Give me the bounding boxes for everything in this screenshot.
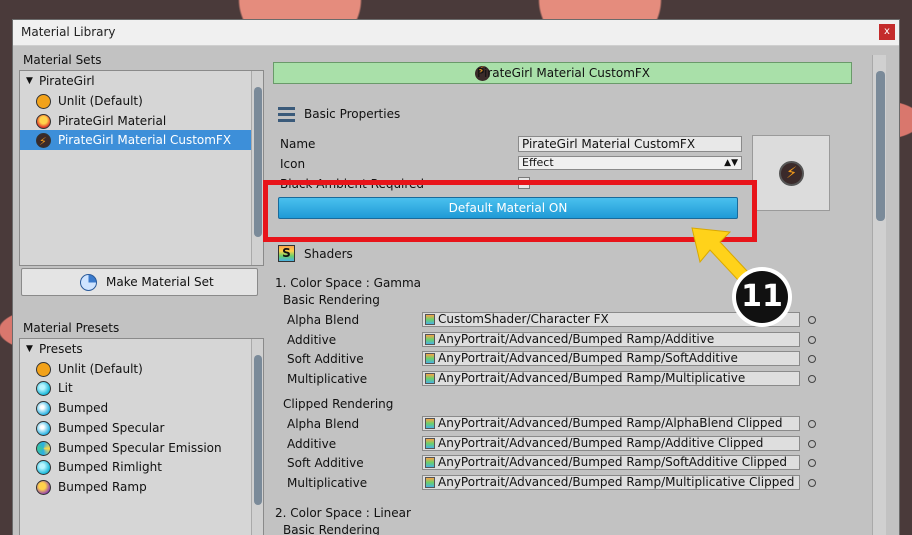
shader-field[interactable]: AnyPortrait/Advanced/Bumped Ramp/Multipl… — [422, 371, 800, 386]
material-header-bar: PirateGirl Material CustomFX — [273, 62, 852, 84]
material-sets-list: ▼ PirateGirl Unlit (Default) PirateGirl … — [19, 70, 264, 266]
basic-rendering-heading: Basic Rendering — [283, 293, 380, 307]
pirategirl-material-icon — [36, 114, 51, 129]
unlit-preset-icon — [36, 362, 51, 377]
object-picker-icon[interactable] — [808, 440, 816, 448]
shader-file-icon — [425, 373, 435, 384]
list-item[interactable]: Bumped Specular Emission — [20, 438, 251, 458]
material-sets-label: Material Sets — [23, 53, 102, 67]
shader-label: Additive — [287, 437, 337, 451]
list-item[interactable]: Unlit (Default) — [20, 91, 251, 111]
sets-scrollbar-thumb[interactable] — [254, 87, 262, 237]
color-space-linear-heading: 2. Color Space : Linear — [275, 506, 411, 520]
material-icon-preview — [752, 135, 830, 211]
dropdown-arrow-icon: ▲▼ — [724, 158, 738, 168]
window-title: Material Library — [21, 25, 116, 39]
name-field[interactable]: PirateGirl Material CustomFX — [518, 136, 742, 152]
list-item-group[interactable]: ▼ Presets — [20, 339, 251, 359]
color-space-gamma-heading: 1. Color Space : Gamma — [275, 276, 422, 290]
close-button[interactable]: x — [879, 24, 895, 40]
shader-label: Additive — [287, 333, 337, 347]
sets-scrollbar[interactable] — [251, 71, 263, 265]
list-item[interactable]: Bumped Specular — [20, 418, 251, 438]
shader-label: Soft Additive — [287, 456, 364, 470]
list-item[interactable]: PirateGirl Material — [20, 111, 251, 131]
material-presets-label: Material Presets — [23, 321, 120, 335]
shader-field[interactable]: AnyPortrait/Advanced/Bumped Ramp/SoftAdd… — [422, 455, 800, 470]
list-item[interactable]: Lit — [20, 378, 251, 398]
customfx-preview-icon — [779, 161, 804, 186]
shader-file-icon — [425, 457, 435, 468]
material-set-icon — [80, 274, 97, 291]
shader-field[interactable]: AnyPortrait/Advanced/Bumped Ramp/Additiv… — [422, 332, 800, 347]
basic-rendering-heading-2: Basic Rendering — [283, 523, 380, 535]
customfx-material-icon — [36, 132, 51, 152]
list-item[interactable]: Bumped Rimlight — [20, 457, 251, 477]
icon-dropdown-value: Effect — [522, 156, 554, 169]
shader-label: Multiplicative — [287, 372, 368, 386]
expand-triangle-icon[interactable]: ▼ — [26, 339, 33, 359]
inspector-scrollbar[interactable] — [872, 55, 886, 535]
material-presets-list: ▼ Presets Unlit (Default) Lit Bumped Bum… — [19, 338, 264, 535]
object-picker-icon[interactable] — [808, 316, 816, 324]
object-picker-icon[interactable] — [808, 459, 816, 467]
object-picker-icon[interactable] — [808, 479, 816, 487]
list-item[interactable]: Bumped Ramp — [20, 477, 251, 497]
icon-label: Icon — [280, 157, 306, 171]
shader-field[interactable]: AnyPortrait/Advanced/Bumped Ramp/Multipl… — [422, 475, 800, 490]
shader-field[interactable]: AnyPortrait/Advanced/Bumped Ramp/Additiv… — [422, 436, 800, 451]
name-label: Name — [280, 137, 316, 151]
shader-file-icon — [425, 353, 435, 364]
list-item-selected[interactable]: PirateGirl Material CustomFX — [20, 130, 251, 152]
object-picker-icon[interactable] — [808, 355, 816, 363]
title-bar: Material Library x — [13, 20, 899, 46]
shader-file-icon — [425, 334, 435, 345]
presets-scrollbar-thumb[interactable] — [254, 355, 262, 505]
object-picker-icon[interactable] — [808, 375, 816, 383]
object-picker-icon[interactable] — [808, 420, 816, 428]
shader-file-icon — [425, 438, 435, 449]
list-item[interactable]: Bumped — [20, 398, 251, 418]
bumped-specular-emission-preset-icon — [36, 441, 51, 456]
make-material-set-button[interactable]: Make Material Set — [21, 268, 258, 296]
bumped-preset-icon — [36, 401, 51, 416]
list-properties-icon — [278, 106, 295, 123]
shader-field[interactable]: AnyPortrait/Advanced/Bumped Ramp/AlphaBl… — [422, 416, 800, 431]
list-item-group[interactable]: ▼ PirateGirl — [20, 71, 251, 91]
basic-properties-heading: Basic Properties — [304, 107, 401, 121]
expand-triangle-icon[interactable]: ▼ — [26, 71, 33, 91]
bumped-ramp-preset-icon — [36, 480, 51, 495]
list-item[interactable]: Unlit (Default) — [20, 359, 251, 379]
bumped-specular-preset-icon — [36, 421, 51, 436]
presets-scrollbar[interactable] — [251, 339, 263, 535]
lit-preset-icon — [36, 381, 51, 396]
clipped-rendering-heading: Clipped Rendering — [283, 397, 394, 411]
shader-field[interactable]: AnyPortrait/Advanced/Bumped Ramp/SoftAdd… — [422, 351, 800, 366]
shader-file-icon — [425, 314, 435, 325]
shader-label: Soft Additive — [287, 352, 364, 366]
inspector-scrollbar-thumb[interactable] — [876, 71, 885, 221]
shaders-icon: S — [278, 245, 295, 262]
object-picker-icon[interactable] — [808, 336, 816, 344]
shader-label: Alpha Blend — [287, 313, 360, 327]
step-number-badge: 11 — [732, 267, 792, 327]
shader-file-icon — [425, 477, 435, 488]
icon-dropdown[interactable]: Effect ▲▼ — [518, 156, 742, 170]
bumped-rimlight-preset-icon — [36, 460, 51, 475]
unlit-material-icon — [36, 94, 51, 109]
shader-file-icon — [425, 418, 435, 429]
shader-label: Alpha Blend — [287, 417, 360, 431]
shaders-heading: Shaders — [304, 247, 353, 261]
shader-label: Multiplicative — [287, 476, 368, 490]
